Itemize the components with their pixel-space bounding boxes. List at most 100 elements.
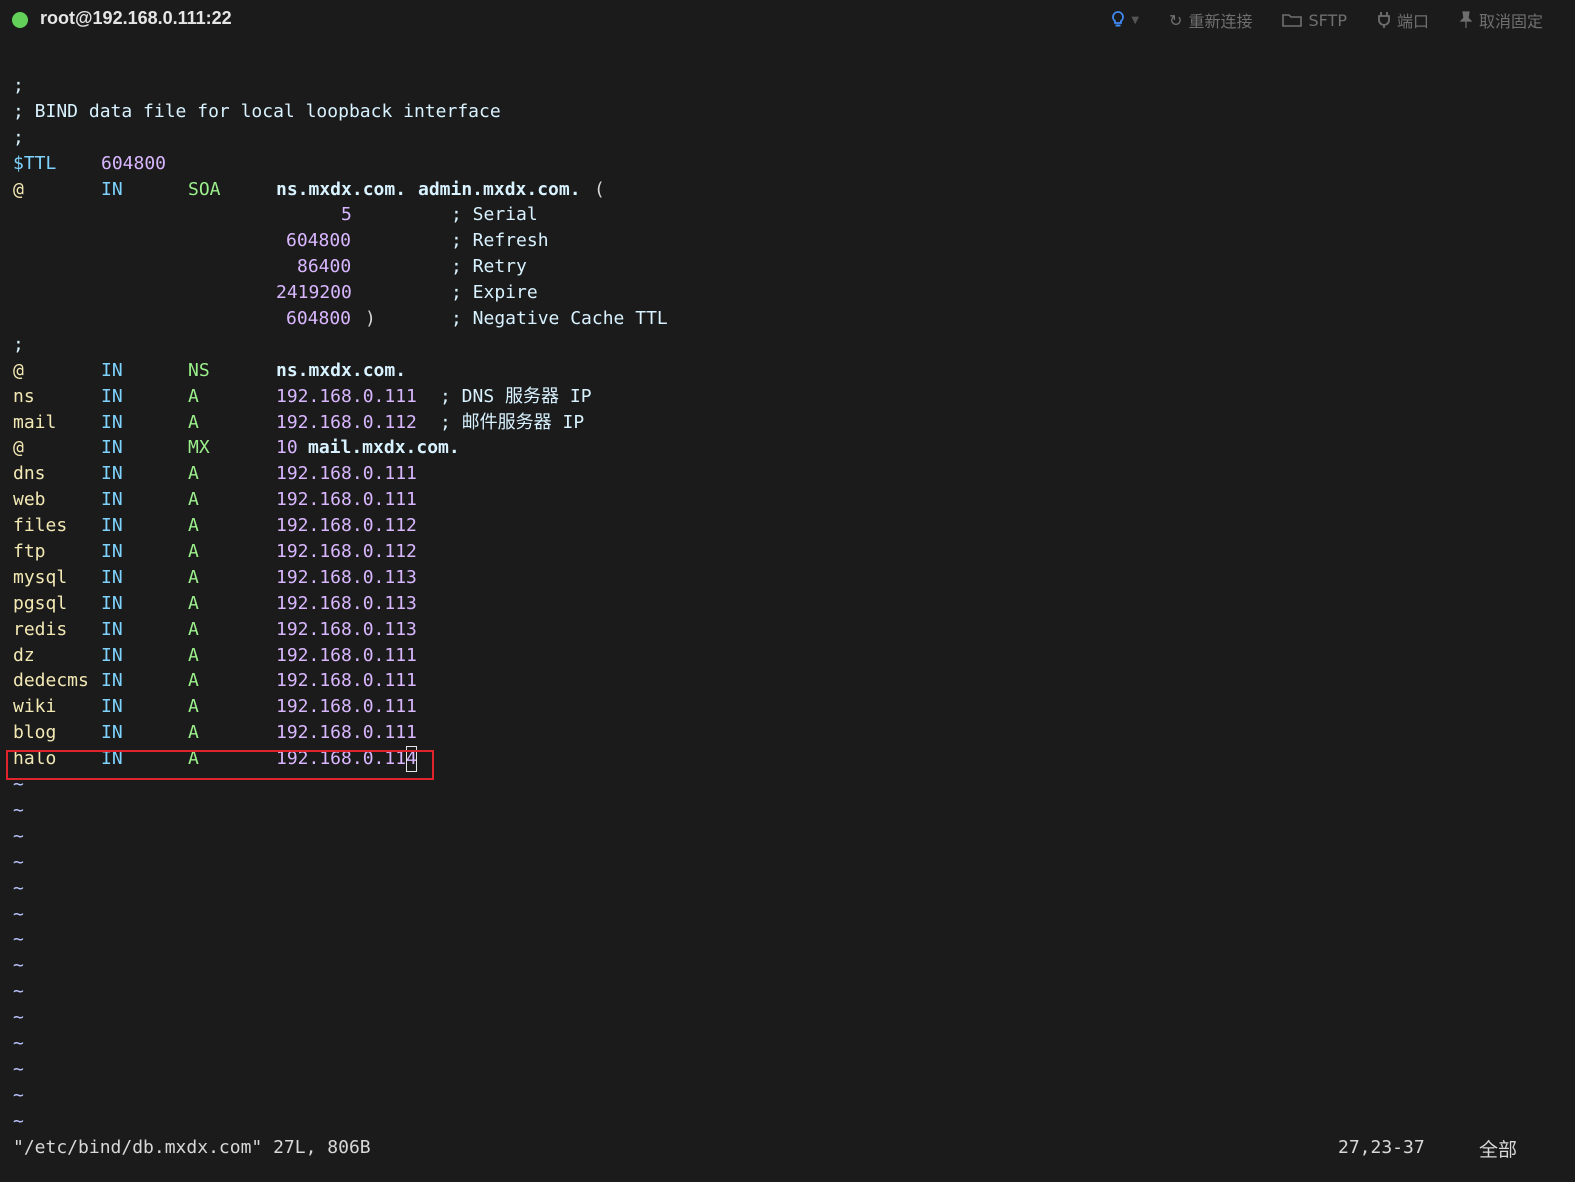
record-class: IN [101,385,123,407]
record-class: IN [101,515,123,537]
record-data: 192.168.0.112 [276,541,417,563]
vim-status-line: "/etc/bind/db.mxdx.com" 27L, 806B 27,23-… [13,1137,1533,1161]
ttl-line: $TTL 604800 [13,151,166,177]
soa-line: @ IN SOA ns.mxdx.com. admin.mxdx.com. ( [13,177,605,203]
soa-field-value: 86400 [297,256,352,278]
port-button[interactable]: 端口 [1377,8,1429,32]
tilde-marker: ~ [13,1032,24,1054]
record-name: pgsql [13,592,68,614]
record-name: dz [13,644,35,666]
soa-admin: admin.mxdx.com. [418,178,581,200]
reconnect-button[interactable]: ↻ 重新连接 [1169,8,1252,32]
a-record-line: dedecms IN A 192.168.0.111 [13,668,417,694]
tilde-marker: ~ [13,955,24,977]
record-type: NS [188,359,210,381]
soa-field-comment: ; Retry [451,256,527,278]
record-class: IN [101,644,123,666]
record-type: A [188,385,199,407]
record-class: IN [101,566,123,588]
record-type: A [188,515,199,537]
record-class: IN [101,489,123,511]
empty-line: ~ [13,850,78,876]
soa-close-paren: ) [365,308,376,330]
port-label: 端口 [1396,12,1429,31]
tilde-marker: ~ [13,825,24,847]
record-data: 192.168.0.113 [276,618,417,640]
lightbulb-menu-button[interactable]: ▼ [1111,11,1139,29]
soa-primary: ns.mxdx.com. [276,178,407,200]
record-type: A [188,489,199,511]
record-class: IN [101,178,123,200]
a-record-line: wiki IN A 192.168.0.111 [13,694,417,720]
unpin-button[interactable]: 取消固定 [1459,8,1543,32]
scroll-indicator: 全部 [1479,1139,1518,1161]
folder-icon [1282,14,1303,27]
record-data: 192.168.0.111 [276,722,417,744]
soa-open-paren: ( [594,178,605,200]
record-data: 192.168.0.112 [276,411,417,433]
empty-line: ~ [13,1005,78,1031]
code-line: ; [13,73,78,99]
comment-text: ; [13,126,24,148]
highlight-annotation-box [6,750,434,780]
empty-line: ~ [13,824,78,850]
lightbulb-icon [1112,11,1125,27]
record-type: A [188,541,199,563]
record-name: @ [13,437,24,459]
sftp-button[interactable]: SFTP [1282,11,1347,30]
comment-text: ; BIND data file for local loopback inte… [13,100,501,122]
soa-field-comment: ; Expire [451,282,538,304]
empty-buffer-lines: ~ ~ ~ ~ ~ ~ ~ ~ ~ ~ ~ ~ ~ ~ [13,772,78,1134]
file-info: "/etc/bind/db.mxdx.com" 27L, 806B [13,1137,371,1158]
record-class: IN [101,618,123,640]
vim-editor-buffer[interactable]: ; ; BIND data file for local loopback in… [13,73,668,1135]
a-record-line: mail IN A 192.168.0.112 ; 邮件服务器 IP [13,410,584,436]
chevron-down-icon: ▼ [1131,14,1140,26]
record-name: dns [13,463,46,485]
record-type: A [188,618,199,640]
a-record-line: ns IN A 192.168.0.111 ; DNS 服务器 IP [13,384,592,410]
soa-field-value: 2419200 [276,282,352,304]
record-data: mail.mxdx.com. [308,437,460,459]
code-line: ; [13,125,78,151]
record-name: web [13,489,46,511]
empty-line: ~ [13,979,78,1005]
reconnect-label: 重新连接 [1188,12,1253,31]
record-data: 192.168.0.112 [276,515,417,537]
sftp-label: SFTP [1308,10,1347,30]
record-name: wiki [13,696,57,718]
record-class: IN [101,592,123,614]
record-class: IN [101,670,123,692]
mx-record-line: @ IN MX 10 mail.mxdx.com. [13,435,460,461]
code-line: ; [13,332,78,358]
record-data: 192.168.0.111 [276,670,417,692]
empty-line: ~ [13,1057,78,1083]
record-data: 192.168.0.113 [276,592,417,614]
record-data: 192.168.0.111 [276,385,417,407]
tilde-marker: ~ [13,1110,24,1132]
tilde-marker: ~ [13,799,24,821]
record-name: blog [13,722,57,744]
mx-priority: 10 [276,437,298,459]
record-type: A [188,696,199,718]
record-name: mail [13,411,57,433]
record-comment: ; 邮件服务器 IP [440,411,585,433]
record-type: A [188,722,199,744]
a-record-line: pgsql IN A 192.168.0.113 [13,591,417,617]
record-class: IN [101,463,123,485]
record-data: 192.168.0.111 [276,489,417,511]
a-record-line: mysql IN A 192.168.0.113 [13,565,417,591]
soa-field-comment: ; Negative Cache TTL [451,308,668,330]
record-type: MX [188,437,210,459]
soa-field-comment: ; Serial [451,204,538,226]
ttl-key: $TTL [13,152,57,174]
connection-status-icon [12,12,28,28]
soa-field-line: 2419200 ; Expire [13,280,538,306]
session-toolbar: ▼ ↻ 重新连接 SFTP 端口 取消固定 [1111,8,1543,32]
record-type: A [188,566,199,588]
record-data: 192.168.0.111 [276,463,417,485]
refresh-icon: ↻ [1169,10,1183,30]
soa-field-value: 604800 [286,308,352,330]
soa-field-line: 604800 ) ; Negative Cache TTL [13,306,668,332]
record-name: files [13,515,68,537]
